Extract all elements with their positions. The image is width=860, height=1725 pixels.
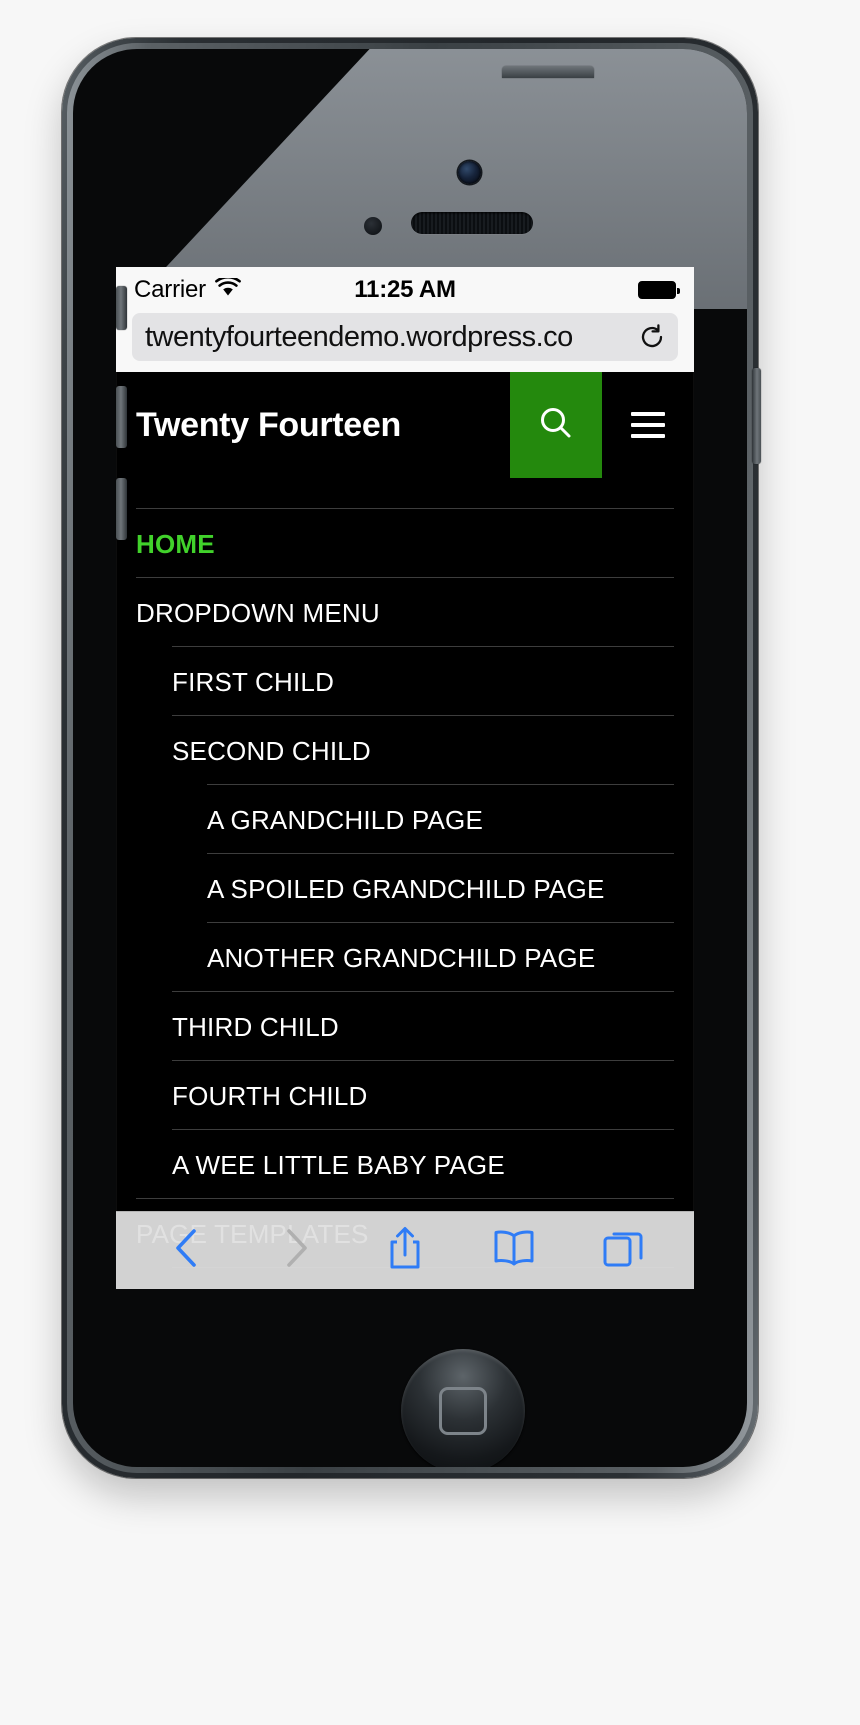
device-front-face: Carrier 11:25 AM twentyfourteendemo.word… bbox=[73, 49, 747, 1467]
share-button[interactable] bbox=[366, 1220, 444, 1282]
power-button[interactable] bbox=[502, 66, 594, 78]
status-bar-clock: 11:25 AM bbox=[354, 276, 456, 303]
tabs-button[interactable] bbox=[584, 1220, 662, 1282]
battery-full-icon bbox=[638, 281, 680, 299]
primary-navigation: HOME DROPDOWN MENU FIRST CHILD SECOND CHILD… bbox=[116, 478, 694, 1289]
browser-address-bar-area: twentyfourteendemo.wordpress.co bbox=[116, 313, 694, 372]
back-button[interactable] bbox=[148, 1220, 226, 1282]
forward-chevron-icon bbox=[279, 1226, 313, 1275]
status-bar: Carrier 11:25 AM bbox=[116, 267, 694, 313]
nav-item[interactable]: THIRD CHILD bbox=[172, 991, 674, 1060]
browser-toolbar bbox=[116, 1211, 694, 1289]
iphone-device: Carrier 11:25 AM twentyfourteendemo.word… bbox=[62, 38, 761, 1478]
silent-switch[interactable] bbox=[116, 286, 127, 330]
nav-top-spacer bbox=[136, 478, 674, 508]
hamburger-menu-icon bbox=[631, 412, 665, 416]
back-chevron-icon bbox=[170, 1226, 204, 1275]
nav-item[interactable]: DROPDOWN MENU bbox=[136, 577, 674, 646]
bookmarks-button[interactable] bbox=[475, 1220, 553, 1282]
home-button-square-icon bbox=[439, 1387, 487, 1435]
status-bar-right bbox=[638, 281, 680, 299]
nav-item[interactable]: ANOTHER GRANDCHILD PAGE bbox=[207, 922, 674, 991]
tabs-icon bbox=[601, 1226, 645, 1275]
reload-icon[interactable] bbox=[639, 324, 665, 350]
earpiece-speaker-icon bbox=[411, 212, 533, 234]
url-text[interactable]: twentyfourteendemo.wordpress.co bbox=[145, 321, 633, 354]
bookmarks-book-icon bbox=[491, 1227, 537, 1274]
front-camera-icon bbox=[458, 161, 481, 184]
proximity-sensor-icon bbox=[364, 217, 382, 235]
nav-item[interactable]: A WEE LITTLE BABY PAGE bbox=[172, 1129, 674, 1198]
screenshot-canvas: Carrier 11:25 AM twentyfourteendemo.word… bbox=[0, 0, 860, 1725]
phone-screen: Carrier 11:25 AM twentyfourteendemo.word… bbox=[116, 267, 694, 1289]
search-icon bbox=[536, 403, 576, 448]
volume-down-button[interactable] bbox=[116, 478, 127, 540]
hamburger-menu-icon-bar2 bbox=[631, 423, 665, 427]
forward-button[interactable] bbox=[257, 1220, 335, 1282]
nav-item[interactable]: A SPOILED GRANDCHILD PAGE bbox=[207, 853, 674, 922]
nav-list: HOME DROPDOWN MENU FIRST CHILD SECOND CHILD… bbox=[136, 508, 674, 1289]
nav-item[interactable]: A GRANDCHILD PAGE bbox=[207, 784, 674, 853]
volume-up-button[interactable] bbox=[116, 386, 127, 448]
home-button[interactable] bbox=[401, 1349, 525, 1467]
hamburger-menu-icon-bar3 bbox=[631, 434, 665, 438]
nav-item[interactable]: FOURTH CHILD bbox=[172, 1060, 674, 1129]
nav-item[interactable]: FIRST CHILD bbox=[172, 646, 674, 715]
nav-item[interactable]: HOME bbox=[136, 508, 674, 577]
hamburger-menu-button[interactable] bbox=[602, 372, 694, 478]
search-toggle-button[interactable] bbox=[510, 372, 602, 478]
sim-tray bbox=[752, 368, 761, 464]
nav-item[interactable]: SECOND CHILD bbox=[172, 715, 674, 784]
address-bar[interactable]: twentyfourteendemo.wordpress.co bbox=[132, 313, 678, 361]
site-header: Twenty Fourteen bbox=[116, 372, 694, 478]
site-title[interactable]: Twenty Fourteen bbox=[116, 372, 510, 478]
share-icon bbox=[386, 1225, 424, 1276]
